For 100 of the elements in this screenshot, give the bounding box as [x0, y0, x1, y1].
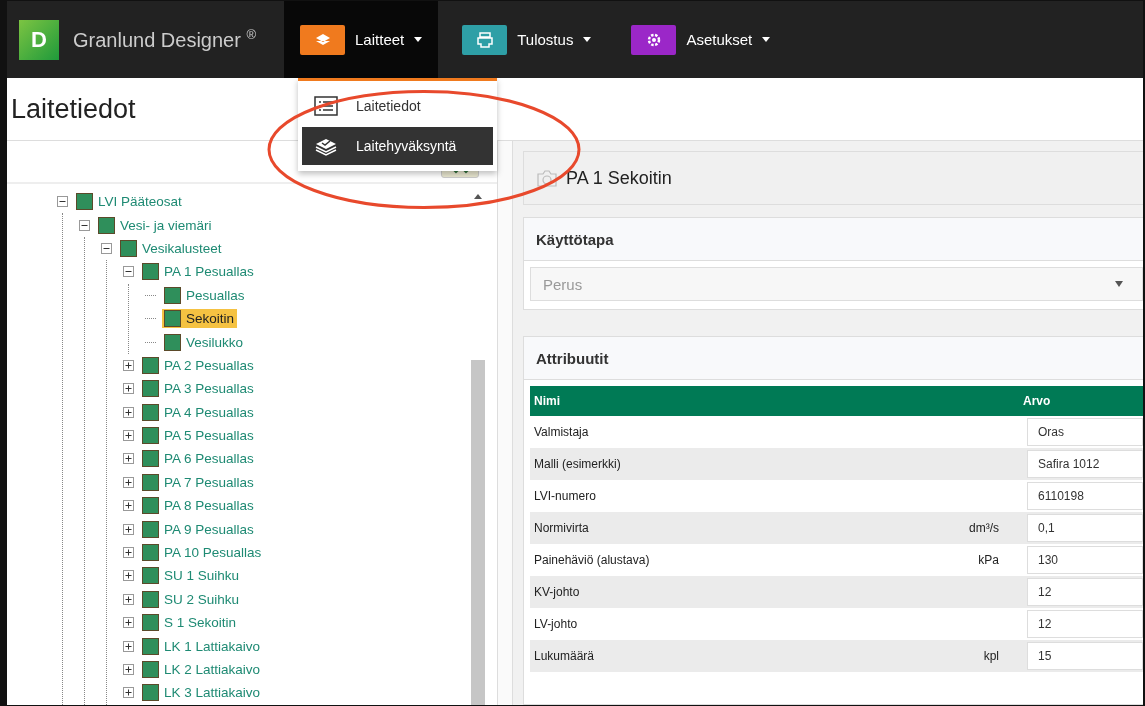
- splitter-handle[interactable]: [497, 141, 513, 705]
- tree-item[interactable]: PA 3 Pesuallas: [140, 379, 257, 399]
- stack-check-icon: [314, 136, 338, 156]
- device-icon: [142, 263, 159, 281]
- value-field[interactable]: 6110198: [1027, 482, 1143, 510]
- value-field[interactable]: 15: [1027, 642, 1143, 670]
- attribute-name: Lukumäärä: [533, 649, 596, 663]
- tree-item[interactable]: PA 8 Pesuallas: [140, 496, 257, 516]
- unit-label: dm³/s: [969, 521, 999, 535]
- device-icon: [98, 216, 115, 234]
- collapse-icon[interactable]: [123, 266, 134, 278]
- device-icon: [142, 497, 159, 515]
- nav-menu-button[interactable]: Laitteet: [284, 1, 439, 78]
- page-title: Laitetiedot: [11, 93, 136, 125]
- attribute-name: Valmistaja: [533, 425, 590, 439]
- device-icon: [142, 544, 159, 562]
- expand-icon[interactable]: [123, 500, 134, 512]
- attribute-name: Painehäviö (alustava): [533, 553, 651, 567]
- expand-icon[interactable]: [123, 430, 134, 442]
- expand-icon[interactable]: [123, 523, 134, 535]
- tree-item[interactable]: PA 10 Pesuallas: [140, 543, 265, 563]
- device-icon: [142, 520, 159, 538]
- expand-icon[interactable]: [123, 640, 134, 652]
- caret-icon: [583, 37, 592, 42]
- device-icon: [142, 450, 159, 468]
- device-icon: [142, 661, 159, 678]
- nav-menu-button[interactable]: Asetukset: [615, 1, 787, 78]
- printer-icon: [462, 24, 508, 55]
- unit-label: kpl: [983, 649, 999, 663]
- layers-icon: [300, 24, 346, 55]
- tree-item[interactable]: LVI Pääteosat: [74, 192, 185, 212]
- tree-item[interactable]: SU 1 Suihku: [140, 566, 243, 586]
- tree-item[interactable]: LK 2 Lattiakaivo: [140, 660, 264, 679]
- app-title: Granlund Designer $^{®}$: [73, 27, 257, 52]
- collapse-icon[interactable]: [79, 219, 90, 231]
- expand-icon[interactable]: [123, 617, 134, 629]
- device-icon: [164, 286, 181, 304]
- expand-icon[interactable]: [123, 383, 134, 395]
- expand-icon[interactable]: [123, 406, 134, 418]
- device-icon: [142, 356, 159, 374]
- device-icon: [142, 380, 159, 398]
- device-icon: [164, 333, 181, 351]
- card-heading: Käyttötapa: [536, 230, 614, 248]
- column-header: Arvo: [1023, 394, 1052, 408]
- tree-item[interactable]: PA 1 Pesuallas: [140, 262, 257, 282]
- value-field[interactable]: 0,1: [1027, 514, 1143, 542]
- tree-item[interactable]: LK 3 Lattiakaivo: [140, 683, 264, 703]
- nav-menu-button[interactable]: Tulostus: [446, 1, 608, 78]
- logo-icon: D: [19, 19, 59, 60]
- scrollbar-thumb[interactable]: [471, 360, 485, 705]
- expand-icon[interactable]: [123, 359, 134, 371]
- device-icon: [76, 193, 93, 211]
- expand-icon[interactable]: [123, 664, 134, 675]
- expand-icon[interactable]: [123, 476, 134, 488]
- item-title: PA 1 Sekoitin: [566, 167, 672, 189]
- tree-item[interactable]: S 1 Sekoitin: [140, 613, 240, 633]
- attribute-name: Malli (esimerkki): [533, 457, 622, 471]
- device-icon: [142, 567, 159, 585]
- camera-icon: [536, 168, 558, 188]
- expand-icon[interactable]: [123, 593, 134, 605]
- caret-icon: [1114, 280, 1124, 288]
- caret-icon: [414, 37, 423, 42]
- attribute-name: Normivirta: [533, 521, 590, 535]
- tree-item[interactable]: PA 2 Pesuallas: [140, 355, 257, 375]
- tree-item[interactable]: Vesikalusteet: [118, 238, 225, 258]
- collapse-icon[interactable]: [101, 242, 112, 254]
- tree-item[interactable]: PA 5 Pesuallas: [140, 426, 257, 446]
- unit-label: kPa: [978, 553, 999, 567]
- device-icon: [142, 637, 159, 655]
- menu-item[interactable]: Laitetiedot: [302, 87, 493, 125]
- tree-item[interactable]: Sekoitin: [162, 309, 238, 329]
- tree-item[interactable]: Vesilukko: [162, 332, 247, 352]
- tree-item[interactable]: PA 9 Pesuallas: [140, 519, 257, 539]
- caret-icon: [762, 37, 771, 42]
- device-icon: [142, 473, 159, 491]
- tree-item[interactable]: PA 7 Pesuallas: [140, 472, 257, 492]
- tree-item[interactable]: SU 2 Suihku: [140, 589, 243, 609]
- value-field[interactable]: Oras: [1027, 418, 1143, 446]
- device-icon: [120, 239, 137, 257]
- value-field[interactable]: 12: [1027, 610, 1143, 638]
- tree-item[interactable]: PA 6 Pesuallas: [140, 449, 257, 469]
- card-heading: Attribuutit: [536, 349, 609, 367]
- value-field[interactable]: 130: [1027, 546, 1143, 574]
- scroll-up-icon[interactable]: [473, 192, 483, 200]
- tree-item[interactable]: Vesi- ja viemäri: [96, 215, 215, 235]
- usage-select[interactable]: Perus: [530, 267, 1143, 301]
- menu-item[interactable]: Laitehyväksyntä: [302, 127, 493, 165]
- expand-icon[interactable]: [123, 453, 134, 465]
- collapse-icon[interactable]: [57, 196, 68, 208]
- device-icon: [142, 590, 159, 608]
- tree-item[interactable]: LK 1 Lattiakaivo: [140, 636, 264, 656]
- expand-icon[interactable]: [123, 570, 134, 582]
- expand-icon[interactable]: [123, 547, 134, 559]
- list-icon: [314, 96, 338, 116]
- tree-item[interactable]: Pesuallas: [162, 285, 248, 305]
- attribute-name: LV-johto: [533, 617, 579, 631]
- expand-icon[interactable]: [123, 687, 134, 699]
- value-field[interactable]: Safira 1012: [1027, 450, 1143, 478]
- value-field[interactable]: 12: [1027, 578, 1143, 606]
- tree-item[interactable]: PA 4 Pesuallas: [140, 402, 257, 422]
